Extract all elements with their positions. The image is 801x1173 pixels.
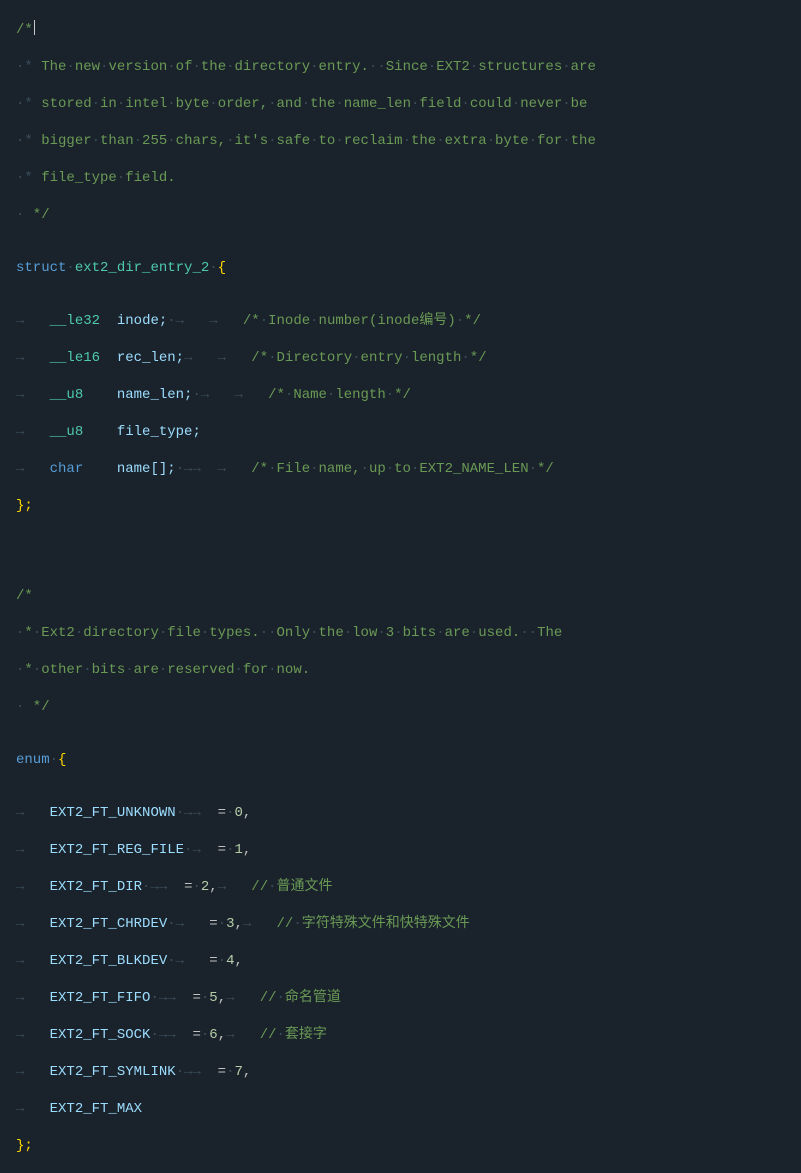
comment: //·字符特殊文件和快特殊文件 (277, 916, 470, 932)
comment: //·命名管道 (260, 990, 341, 1006)
code-line[interactable]: struct·ext2_dir_entry_2·{ (16, 258, 801, 279)
comment: /*·Inode·number(inode编号)·*/ (243, 313, 481, 329)
keyword-enum: enum (16, 752, 50, 768)
code-line[interactable]: → EXT2_FT_SYMLINK·→→ =·7, (16, 1062, 801, 1083)
code-line[interactable]: → __le32 inode;·→ → /*·Inode·number(inod… (16, 311, 801, 332)
comment: *·Ext2·directory·file·types.··Only·the·l… (24, 625, 562, 641)
code-line[interactable]: → EXT2_FT_REG_FILE·→ =·1, (16, 840, 801, 861)
code-line[interactable]: enum·{ (16, 750, 801, 771)
code-line[interactable]: → EXT2_FT_MAX (16, 1099, 801, 1120)
code-line[interactable]: → __u8 file_type; (16, 422, 801, 443)
comment: //·普通文件 (251, 879, 332, 895)
code-line[interactable]: /* (16, 20, 801, 41)
code-line[interactable]: ·* stored·in·intel·byte·order,·and·the·n… (16, 94, 801, 115)
code-line[interactable]: → EXT2_FT_UNKNOWN·→→ =·0, (16, 803, 801, 824)
code-line[interactable]: }; (16, 1136, 801, 1157)
code-line[interactable]: → EXT2_FT_DIR·→→ =·2,→ //·普通文件 (16, 877, 801, 898)
code-editor[interactable]: /* ·* The·new·version·of·the·directory·e… (0, 0, 801, 1173)
comment: /* (16, 22, 33, 38)
code-line[interactable]: → EXT2_FT_CHRDEV·→ =·3,→ //·字符特殊文件和快特殊文件 (16, 914, 801, 935)
code-line[interactable]: → EXT2_FT_BLKDEV·→ =·4, (16, 951, 801, 972)
keyword-struct: struct (16, 260, 66, 276)
code-line[interactable]: ·* file_type·field. (16, 168, 801, 189)
text-cursor (33, 20, 35, 35)
comment: */ (24, 207, 49, 223)
comment: /*·File·name,·up·to·EXT2_NAME_LEN·*/ (251, 461, 554, 477)
code-line[interactable]: → EXT2_FT_FIFO·→→ =·5,→ //·命名管道 (16, 988, 801, 1009)
comment: * bigger·than·255·chars,·it's·safe·to·re… (24, 133, 595, 149)
comment: * file_type·field. (24, 170, 175, 186)
comment: /*·Directory·entry·length·*/ (251, 350, 486, 366)
code-line[interactable]: /* (16, 586, 801, 607)
code-line[interactable]: ·* bigger·than·255·chars,·it's·safe·to·r… (16, 131, 801, 152)
comment: //·套接字 (260, 1027, 327, 1043)
code-line[interactable]: ·* The·new·version·of·the·directory·entr… (16, 57, 801, 78)
code-line[interactable]: ·*·other·bits·are·reserved·for·now. (16, 660, 801, 681)
comment: /*·Name·length·*/ (268, 387, 411, 403)
code-line[interactable]: · */ (16, 697, 801, 718)
code-line[interactable]: → char name[];·→→ → /*·File·name,·up·to·… (16, 459, 801, 480)
comment: * The·new·version·of·the·directory·entry… (24, 59, 595, 75)
comment: */ (24, 699, 49, 715)
code-line[interactable]: → __le16 rec_len;→ → /*·Directory·entry·… (16, 348, 801, 369)
code-line[interactable]: }; (16, 496, 801, 517)
comment: /* (16, 588, 33, 604)
comment: * stored·in·intel·byte·order,·and·the·na… (24, 96, 587, 112)
code-line[interactable]: · */ (16, 205, 801, 226)
type-name: ext2_dir_entry_2 (75, 260, 209, 276)
blank-line[interactable] (16, 533, 801, 554)
code-line[interactable]: → EXT2_FT_SOCK·→→ =·6,→ //·套接字 (16, 1025, 801, 1046)
code-line[interactable]: ·*·Ext2·directory·file·types.··Only·the·… (16, 623, 801, 644)
comment: *·other·bits·are·reserved·for·now. (24, 662, 310, 678)
code-line[interactable]: → __u8 name_len;·→ → /*·Name·length·*/ (16, 385, 801, 406)
